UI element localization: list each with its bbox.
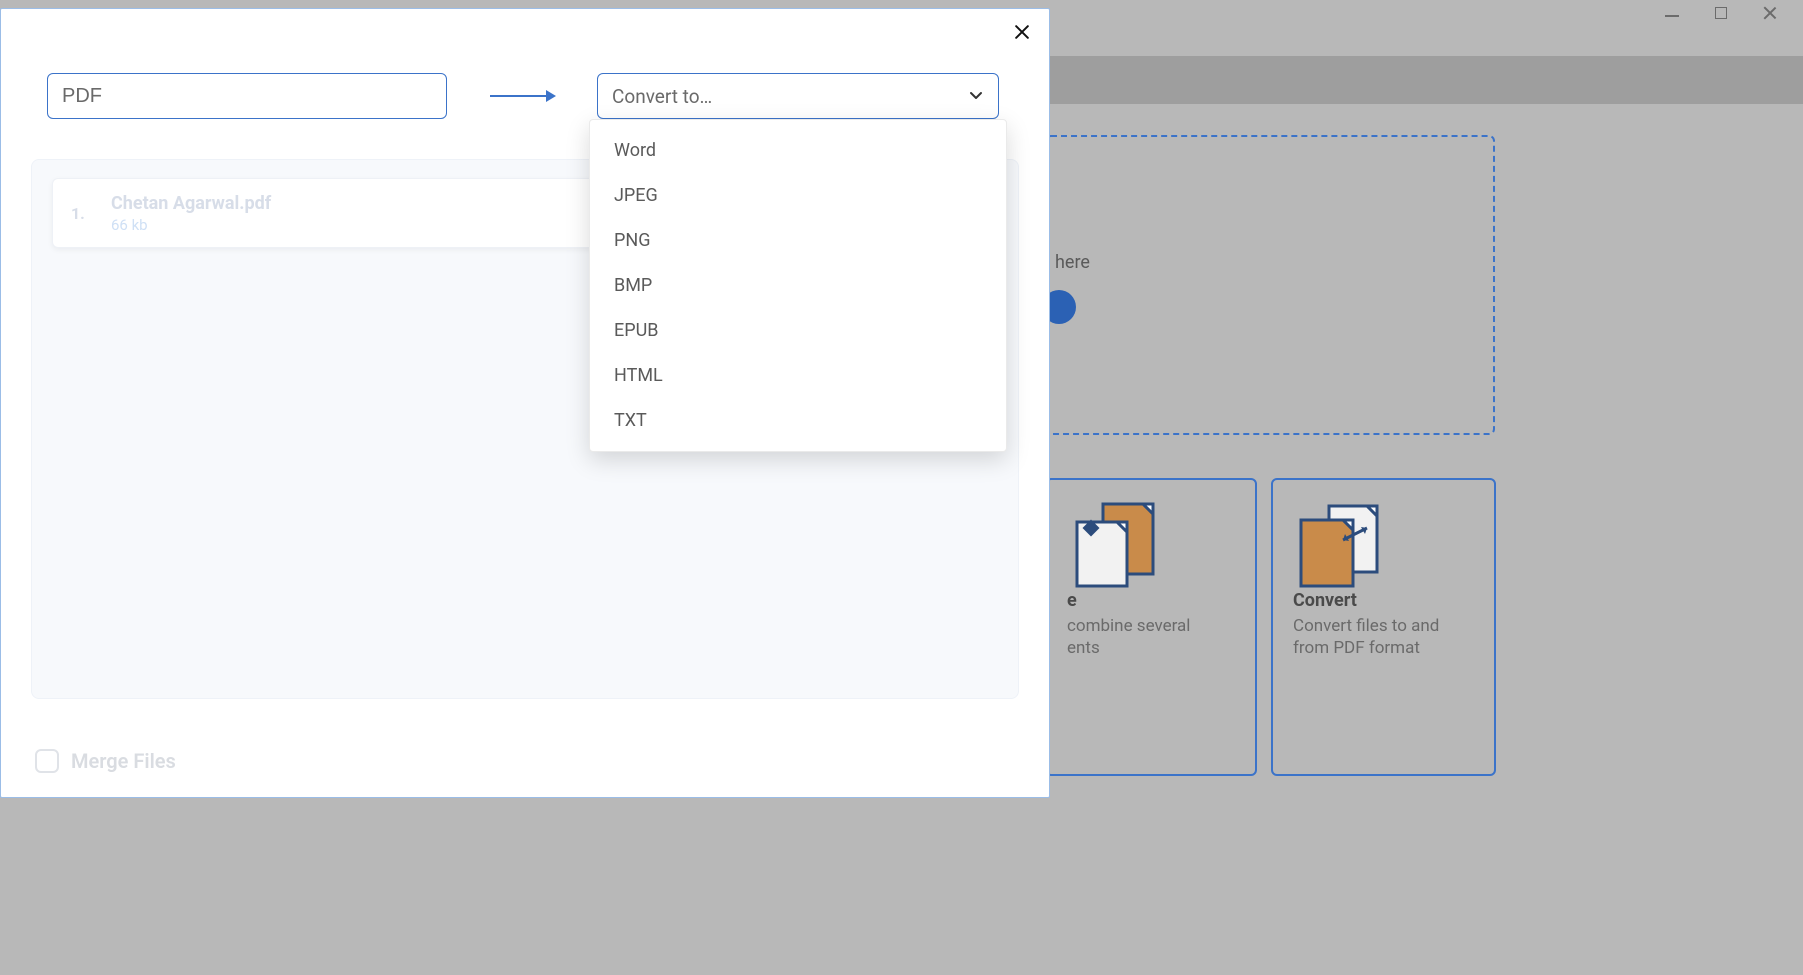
format-option[interactable]: Word (590, 128, 1006, 173)
file-size: 66 kb (111, 216, 271, 234)
format-option[interactable]: JPEG (590, 173, 1006, 218)
card-combine-desc-line2: ents (1067, 637, 1235, 659)
source-format-input[interactable] (47, 73, 447, 119)
close-icon (1012, 22, 1032, 42)
format-option[interactable]: PNG (590, 218, 1006, 263)
format-option[interactable]: TXT (590, 398, 1006, 443)
drop-zone-text: here (1055, 252, 1090, 273)
card-combine-desc-line1: combine several (1067, 615, 1235, 637)
target-format-placeholder: Convert to… (612, 85, 712, 108)
convert-icon (1293, 498, 1389, 590)
format-row: Convert to… WordJPEGPNGBMPEPUBHTMLTXT (47, 73, 1003, 119)
card-convert-desc: Convert files to and from PDF format (1293, 615, 1474, 659)
modal-close-button[interactable] (1009, 19, 1035, 45)
window-maximize-icon[interactable] (1715, 7, 1727, 19)
target-format-wrap: Convert to… WordJPEGPNGBMPEPUBHTMLTXT (597, 73, 999, 119)
merge-checkbox[interactable] (35, 749, 59, 773)
card-combine-title: e (1067, 590, 1235, 611)
file-index: 1. (71, 204, 95, 223)
convert-modal: Convert to… WordJPEGPNGBMPEPUBHTMLTXT 1.… (0, 8, 1050, 798)
card-convert-title: Convert (1293, 590, 1474, 611)
arrow-icon (447, 86, 597, 106)
card-combine[interactable]: e combine several ents (1045, 478, 1257, 776)
chevron-down-icon (968, 85, 984, 108)
merge-files-row[interactable]: Merge Files (35, 749, 176, 773)
combine-icon (1067, 498, 1163, 590)
target-format-dropdown: WordJPEGPNGBMPEPUBHTMLTXT (589, 119, 1007, 452)
file-name: Chetan Agarwal.pdf (111, 193, 271, 214)
card-convert[interactable]: Convert Convert files to and from PDF fo… (1271, 478, 1496, 776)
merge-label: Merge Files (71, 749, 176, 773)
target-format-select[interactable]: Convert to… (597, 73, 999, 119)
window-close-icon[interactable] (1763, 6, 1777, 20)
window-controls (1665, 6, 1777, 20)
drop-zone[interactable]: here (1045, 135, 1495, 435)
format-option[interactable]: BMP (590, 263, 1006, 308)
format-option[interactable]: HTML (590, 353, 1006, 398)
window-minimize-icon[interactable] (1665, 15, 1679, 17)
format-option[interactable]: EPUB (590, 308, 1006, 353)
